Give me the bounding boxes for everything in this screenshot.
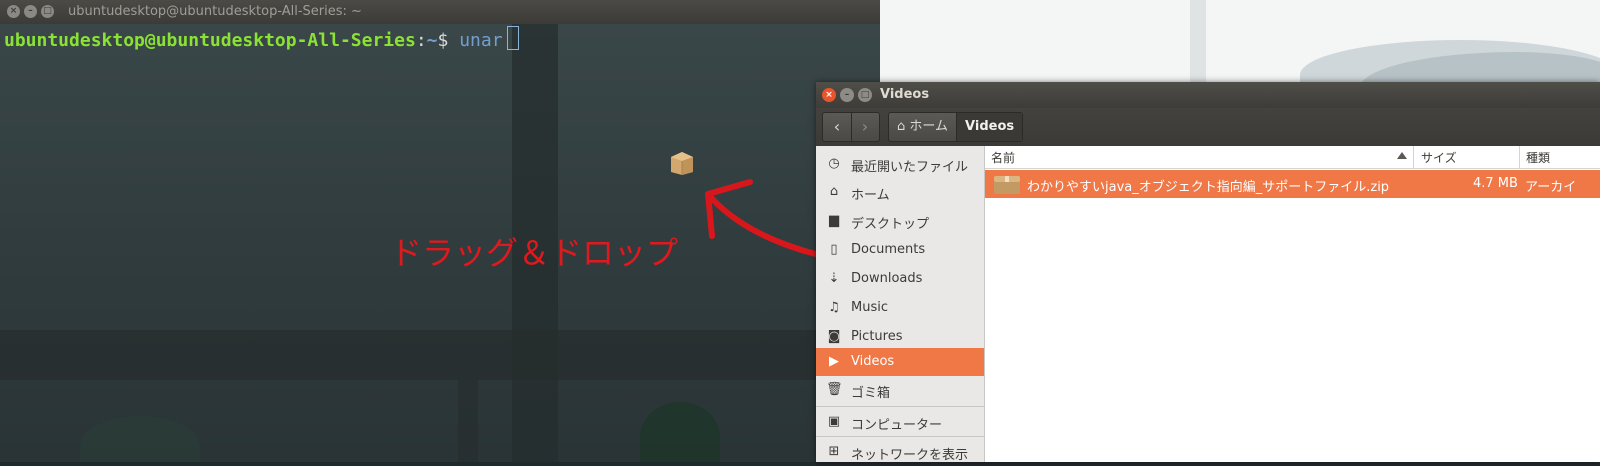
sort-ascending-icon[interactable] — [1397, 152, 1407, 159]
prompt-path: ~ — [426, 30, 438, 51]
minimize-icon[interactable]: – — [24, 5, 37, 18]
sidebar-item-pictures[interactable]: ◙ Pictures — [816, 323, 984, 351]
breadcrumb-videos[interactable]: Videos — [957, 113, 1023, 141]
sidebar: ◷ 最近開いたファイル ⌂ ホーム ▆ デスクトップ ▯ Documents ⇣… — [816, 146, 985, 463]
folder-icon: ▆ — [829, 213, 839, 228]
text-cursor — [506, 26, 519, 50]
sidebar-item-home[interactable]: ⌂ ホーム — [816, 178, 984, 206]
sidebar-item-videos[interactable]: ▶ Videos — [816, 348, 984, 376]
toolbar: ‹ › ⌂ ホーム Videos — [816, 108, 1600, 146]
command-text: unar — [459, 30, 503, 51]
close-icon[interactable]: × — [822, 88, 836, 102]
file-name: わかりやすいjava_オブジェクト指向編_サポートファイル.zip — [1027, 180, 1390, 195]
sidebar-item-recent[interactable]: ◷ 最近開いたファイル — [816, 150, 984, 178]
terminal-title: ubuntudesktop@ubuntudesktop-All-Series: … — [68, 4, 362, 19]
sidebar-item-computer[interactable]: ▣ コンピューター — [816, 408, 984, 436]
trash-icon: 🗑 — [826, 382, 843, 397]
sidebar-item-trash[interactable]: 🗑 ゴミ箱 — [816, 376, 984, 404]
prompt-user: ubuntudesktop@ubuntudesktop-All-Series — [4, 30, 416, 51]
file-size: 4.7 MB — [1473, 176, 1518, 191]
drag-drop-annotation: ドラッグ＆ドロップ — [390, 234, 679, 272]
package-icon[interactable] — [668, 150, 696, 176]
sidebar-item-downloads[interactable]: ⇣ Downloads — [816, 265, 984, 293]
sidebar-divider — [816, 406, 984, 407]
maximize-icon[interactable]: □ — [858, 88, 872, 102]
home-icon: ⌂ — [829, 184, 839, 199]
sidebar-item-music[interactable]: ♫ Music — [816, 294, 984, 322]
close-icon[interactable]: × — [7, 5, 20, 18]
sidebar-divider — [816, 436, 984, 437]
table-row[interactable]: わかりやすいjava_オブジェクト指向編_サポートファイル.zip 4.7 MB… — [985, 170, 1600, 198]
file-type: アーカイ — [1525, 180, 1577, 195]
terminal-prompt-line[interactable]: ubuntudesktop@ubuntudesktop-All-Series:~… — [4, 26, 519, 51]
sidebar-item-documents[interactable]: ▯ Documents — [816, 236, 984, 264]
sidebar-item-label: コンピューター — [851, 418, 943, 433]
download-icon: ⇣ — [828, 271, 840, 286]
sidebar-item-desktop[interactable]: ▆ デスクトップ — [816, 207, 984, 235]
breadcrumb-home[interactable]: ⌂ ホーム — [889, 113, 958, 141]
breadcrumb: ⌂ ホーム Videos — [888, 112, 1024, 142]
prompt-colon: : — [415, 30, 427, 51]
file-list[interactable]: 名前 サイズ 種類 わかりやすいjava_オブジェクト指向編_サポートファイル.… — [985, 146, 1600, 462]
prompt-dollar: $ — [437, 30, 449, 51]
network-icon: ⊞ — [828, 444, 840, 459]
column-type[interactable]: 種類 — [1526, 149, 1550, 166]
maximize-icon[interactable]: □ — [41, 5, 54, 18]
file-manager-titlebar[interactable]: × – □ Videos — [816, 82, 1600, 108]
column-name[interactable]: 名前 — [991, 149, 1015, 166]
chevron-right-icon[interactable]: › — [851, 113, 879, 141]
chevron-left-icon[interactable]: ‹ — [823, 113, 852, 141]
computer-icon: ▣ — [827, 414, 841, 429]
terminal-titlebar[interactable]: × – □ ubuntudesktop@ubuntudesktop-All-Se… — [0, 0, 880, 24]
music-icon: ♫ — [828, 300, 840, 315]
document-icon: ▯ — [830, 242, 838, 257]
column-header: 名前 サイズ 種類 — [985, 146, 1600, 169]
file-manager-window[interactable]: × – □ Videos ‹ › ⌂ ホーム Videos ◷ 最近開いたファイ… — [816, 82, 1600, 463]
window-title: Videos — [880, 87, 930, 102]
nav-buttons: ‹ › — [822, 112, 880, 142]
archive-icon — [994, 176, 1020, 194]
home-icon: ⌂ — [897, 119, 906, 134]
breadcrumb-home-label: ホーム — [909, 119, 949, 134]
clock-icon: ◷ — [828, 156, 840, 171]
sidebar-item-label: ネットワークを表示 — [851, 448, 969, 463]
column-size[interactable]: サイズ — [1421, 149, 1457, 166]
minimize-icon[interactable]: – — [840, 88, 854, 102]
camera-icon: ◙ — [827, 329, 841, 344]
video-icon: ▶ — [829, 354, 839, 369]
